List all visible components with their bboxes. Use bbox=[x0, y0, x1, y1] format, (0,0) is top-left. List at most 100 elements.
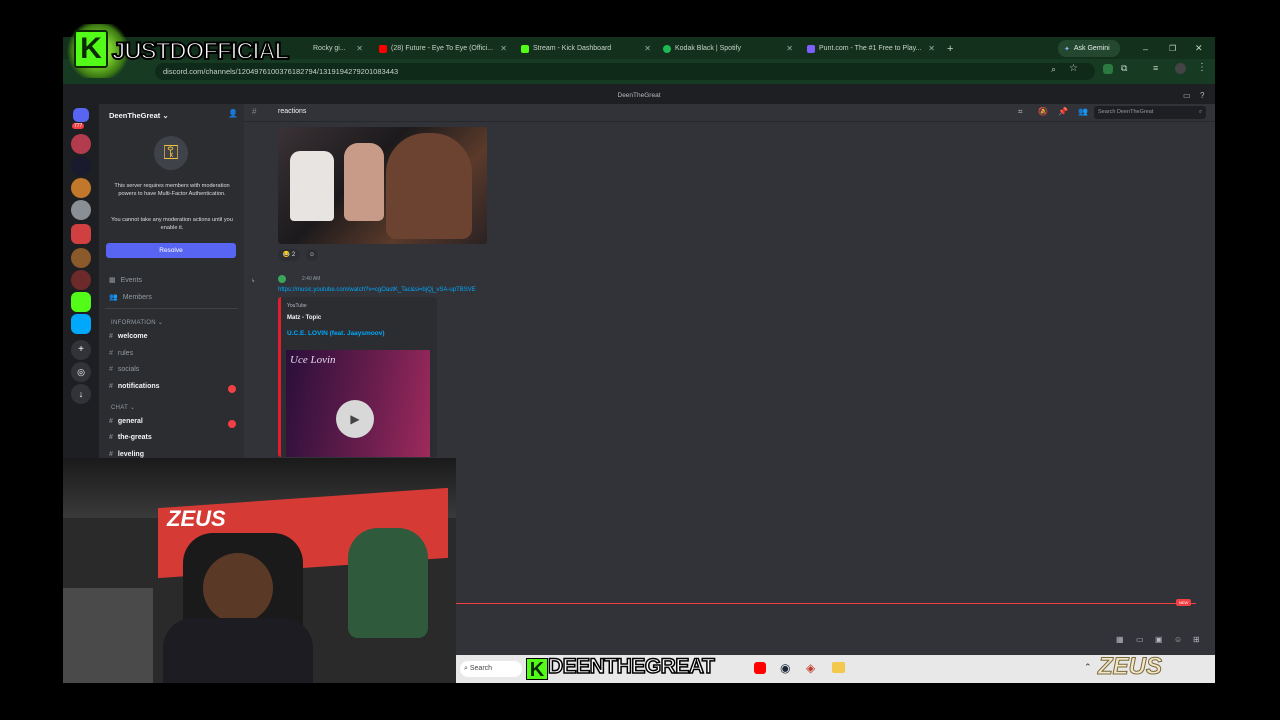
channel-label: leveling bbox=[117, 451, 144, 458]
window-title: DeenTheGreat bbox=[617, 92, 661, 99]
close-tab-icon[interactable]: ✕ bbox=[500, 44, 507, 53]
search-icon: ⌕ bbox=[464, 665, 468, 672]
mfa-notice: This server requires members with modera… bbox=[114, 183, 230, 197]
threads-icon[interactable]: ⌗ bbox=[1018, 107, 1023, 117]
banner-text: ZEUS bbox=[167, 506, 226, 531]
category-label: INFORMATION bbox=[111, 320, 156, 326]
sticker-icon[interactable]: ▣ bbox=[1155, 635, 1163, 644]
extensions-puzzle-icon[interactable]: ⧉ bbox=[1121, 63, 1127, 74]
tab-label: Kodak Black | Spotify bbox=[675, 45, 742, 52]
channel-notifications[interactable]: # notifications bbox=[109, 383, 160, 390]
gif-icon[interactable]: ▭ bbox=[1136, 635, 1144, 644]
restore-button[interactable]: ❐ bbox=[1169, 40, 1176, 57]
hash-icon: # bbox=[109, 366, 113, 373]
events-link[interactable]: ▦ Events bbox=[109, 276, 142, 285]
close-tab-icon[interactable]: ✕ bbox=[356, 44, 363, 53]
explore-icon[interactable]: ◎ bbox=[71, 362, 91, 382]
channel-general[interactable]: # general bbox=[109, 418, 143, 425]
hash-icon: # bbox=[109, 451, 113, 458]
extension-icon[interactable] bbox=[1103, 64, 1113, 74]
download-icon[interactable]: ↓ bbox=[71, 384, 91, 404]
pin-icon[interactable]: 📌 bbox=[1058, 107, 1068, 116]
add-server-icon[interactable]: + bbox=[71, 340, 91, 360]
server-icon[interactable] bbox=[71, 270, 91, 290]
close-window-button[interactable]: ✕ bbox=[1195, 40, 1203, 57]
mention-badge bbox=[228, 420, 236, 428]
zoom-icon[interactable]: ⌕ bbox=[1051, 64, 1056, 75]
server-icon[interactable] bbox=[71, 224, 91, 244]
embed-author[interactable]: Matz - Topic bbox=[287, 315, 321, 321]
tab-punt[interactable]: Punt.com - The #1 Free to Play... ✕ bbox=[807, 40, 935, 57]
server-name-text: DeenTheGreat bbox=[109, 111, 161, 120]
discord-home-icon[interactable] bbox=[73, 108, 89, 122]
sponsor-watermark: ZEUS bbox=[1097, 653, 1163, 681]
bookmark-star-icon[interactable]: ☆ bbox=[1069, 63, 1078, 74]
gemini-icon: ✦ bbox=[1064, 45, 1070, 53]
file-explorer-icon[interactable] bbox=[832, 662, 845, 673]
emoji-icon[interactable]: ☺ bbox=[1174, 635, 1182, 644]
close-tab-icon[interactable]: ✕ bbox=[644, 44, 651, 53]
invite-icon[interactable]: 👤 bbox=[228, 109, 238, 118]
hash-icon: # bbox=[109, 383, 113, 390]
tab-kick-dashboard[interactable]: Stream - Kick Dashboard ✕ bbox=[521, 40, 651, 57]
channel-socials[interactable]: # socials bbox=[109, 366, 139, 373]
steam-icon[interactable]: ◉ bbox=[780, 661, 790, 675]
reaction-chip[interactable]: 😂 2 bbox=[278, 249, 300, 261]
minimize-button[interactable]: – bbox=[1143, 40, 1148, 57]
channel-welcome[interactable]: # welcome bbox=[109, 333, 147, 340]
close-tab-icon[interactable]: ✕ bbox=[786, 44, 793, 53]
message-link[interactable]: https://music.youtube.com/watch?v=cgOast… bbox=[278, 287, 476, 293]
media-control-icon[interactable]: ≡ bbox=[1153, 63, 1158, 73]
channel-label: general bbox=[117, 418, 143, 425]
help-icon[interactable]: ? bbox=[1200, 87, 1204, 104]
image-attachment[interactable] bbox=[278, 127, 487, 244]
app-icon[interactable]: ◈ bbox=[806, 661, 815, 675]
inbox-icon[interactable]: ▭ bbox=[1183, 87, 1191, 104]
server-name[interactable]: DeenTheGreat ⌄ bbox=[109, 111, 169, 120]
user-avatar[interactable] bbox=[278, 275, 286, 283]
tab-label: Stream - Kick Dashboard bbox=[533, 45, 612, 52]
kick-server-icon[interactable] bbox=[71, 292, 91, 312]
resolve-button[interactable]: Resolve bbox=[106, 243, 236, 258]
profile-avatar[interactable] bbox=[1175, 63, 1186, 74]
discord-titlebar: DeenTheGreat ▭ ? bbox=[63, 87, 1215, 104]
taskbar-search[interactable]: ⌕ Search bbox=[460, 661, 522, 677]
server-icon[interactable] bbox=[71, 248, 91, 268]
tab-youtube[interactable]: (28) Future - Eye To Eye (Offici... ✕ bbox=[379, 40, 507, 57]
tab-label: (28) Future - Eye To Eye (Offici... bbox=[391, 45, 494, 52]
notification-bell-icon[interactable]: 🔕 bbox=[1038, 107, 1048, 116]
server-icon[interactable] bbox=[71, 200, 91, 220]
ask-gemini-button[interactable]: ✦ Ask Gemini bbox=[1058, 40, 1120, 57]
server-icon[interactable] bbox=[71, 314, 91, 334]
reply-arrow-icon: ↳ bbox=[251, 278, 256, 284]
system-tray-chevron-icon[interactable]: ⌃ bbox=[1084, 662, 1092, 673]
search-input[interactable]: Search DeenTheGreat ⌕ bbox=[1094, 106, 1206, 119]
wall bbox=[63, 588, 153, 683]
channel-the-greats[interactable]: # the-greats bbox=[109, 434, 152, 441]
server-icon[interactable] bbox=[71, 156, 91, 176]
category-information[interactable]: INFORMATION ⌄ bbox=[111, 319, 163, 326]
server-icon[interactable] bbox=[71, 178, 91, 198]
youtube-icon[interactable] bbox=[754, 662, 766, 674]
gift-icon[interactable]: ▦ bbox=[1116, 635, 1124, 644]
play-button-icon[interactable]: ▶ bbox=[336, 400, 374, 438]
punt-icon bbox=[807, 44, 815, 53]
new-tab-button[interactable]: + bbox=[947, 40, 953, 57]
kick-logo-icon: K bbox=[74, 30, 108, 68]
hash-icon: # bbox=[109, 418, 113, 425]
apps-icon[interactable]: ⊞ bbox=[1193, 635, 1200, 644]
members-link[interactable]: 👥 Members bbox=[109, 293, 152, 302]
server-icon[interactable] bbox=[71, 134, 91, 154]
member-list-icon[interactable]: 👥 bbox=[1078, 107, 1088, 116]
channel-leveling[interactable]: # leveling bbox=[109, 451, 144, 458]
category-chat[interactable]: CHAT ⌄ bbox=[111, 404, 135, 411]
add-reaction-icon[interactable]: ☺ bbox=[306, 249, 318, 261]
close-tab-icon[interactable]: ✕ bbox=[928, 44, 935, 53]
tab-spotify[interactable]: Kodak Black | Spotify ✕ bbox=[663, 40, 793, 57]
browser-menu-icon[interactable]: ⋮ bbox=[1197, 62, 1207, 73]
embed-thumbnail[interactable]: Uce Lovin ▶ bbox=[286, 350, 430, 457]
channel-rules[interactable]: # rules bbox=[109, 350, 133, 357]
embed-title[interactable]: U.C.E. LOVIN (feat. Jaaysmoov) bbox=[287, 330, 385, 337]
new-marker: NEW bbox=[1176, 599, 1192, 606]
reaction-count: 2 bbox=[291, 252, 296, 258]
